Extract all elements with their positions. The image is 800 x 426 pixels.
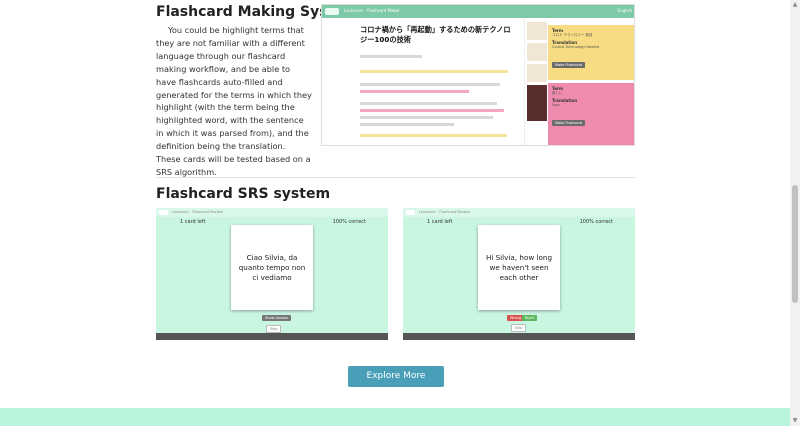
related-thumb [527, 85, 547, 121]
flashcard-panel-pink: Term 新しい Translation New Make Flashcard [548, 83, 634, 145]
screenshot-nav-right: English [617, 8, 632, 13]
srs-footer [156, 333, 388, 340]
text-line [360, 123, 454, 126]
translation-value: Corona Technology Newest [552, 45, 600, 49]
srs-screenshot-question: Lexiconer · Flashcard Review 1 card left… [156, 208, 388, 340]
flashcard-maker-screenshot: Lexiconer · Flashcard Maker English コロナ禍… [321, 4, 635, 146]
term-value: 新しい [552, 91, 563, 95]
skip-button[interactable]: Skip [511, 324, 527, 332]
highlight-line [360, 90, 470, 93]
srs-brand: Lexiconer · Flashcard Review [172, 210, 223, 214]
text-line [360, 102, 498, 105]
srs-navbar: Lexiconer · Flashcard Review [156, 208, 388, 217]
highlight-line [360, 109, 504, 112]
cards-left: 1 card left [427, 219, 453, 225]
text-line [360, 116, 493, 119]
page-scrollbar[interactable]: ▲ ▼ [790, 0, 800, 426]
right-button[interactable]: Right [522, 315, 538, 321]
make-flashcard-button[interactable]: Make Flashcard [552, 120, 586, 126]
translation-value: New [552, 103, 560, 107]
percent-correct: 100% correct [579, 219, 613, 225]
cards-left: 1 card left [180, 219, 206, 225]
related-sidebar [524, 19, 548, 145]
page: Flashcard Making System You could be hig… [0, 0, 800, 426]
srs-navbar: Lexiconer · Flashcard Review [403, 208, 635, 217]
related-thumb [527, 22, 547, 40]
article-body: コロナ禍から「再起動」するための新テクノロジー100の技術 [360, 25, 516, 145]
highlight-line [360, 134, 507, 137]
app-logo-icon [325, 8, 339, 15]
flashcard-front[interactable]: Ciao Silvia, da quanto tempo non ci vedi… [231, 225, 313, 310]
flashcard-making-description: You could be highlight terms that they a… [156, 25, 312, 177]
explore-more-button[interactable]: Explore More [348, 366, 444, 387]
flashcard-srs-title: Flashcard SRS system [156, 186, 331, 202]
related-thumb [527, 64, 547, 82]
srs-footer [403, 333, 635, 340]
highlight-line [360, 70, 509, 73]
related-thumb [527, 43, 547, 61]
text-line [360, 83, 501, 86]
scroll-down-icon[interactable]: ▼ [791, 417, 799, 425]
percent-correct: 100% correct [332, 219, 366, 225]
show-answer-button[interactable]: Show Answer [262, 315, 292, 321]
app-logo-icon [159, 210, 168, 215]
scroll-thumb[interactable] [792, 185, 798, 303]
section-divider [156, 177, 636, 178]
srs-brand: Lexiconer · Flashcard Review [419, 210, 470, 214]
article-title: コロナ禍から「再起動」するための新テクノロジー100の技術 [360, 25, 511, 44]
flashcard-back[interactable]: Hi Silvia, how long we haven't seen each… [478, 225, 560, 310]
footer-band [0, 408, 790, 426]
app-logo-icon [406, 210, 415, 215]
skip-button[interactable]: Skip [266, 325, 282, 333]
screenshot-navbar: Lexiconer · Flashcard Maker English [322, 5, 634, 18]
flashcard-panel-yellow: Term コロナ テクノロジー 新技 Translation Corona Te… [548, 25, 634, 80]
scroll-up-icon[interactable]: ▲ [791, 1, 799, 9]
make-flashcard-button[interactable]: Make Flashcard [552, 62, 586, 68]
srs-screenshot-answer: Lexiconer · Flashcard Review 1 card left… [403, 208, 635, 340]
screenshot-brand: Lexiconer · Flashcard Maker [344, 8, 400, 13]
text-line [360, 55, 423, 58]
term-value: コロナ テクノロジー 新技 [552, 33, 593, 37]
